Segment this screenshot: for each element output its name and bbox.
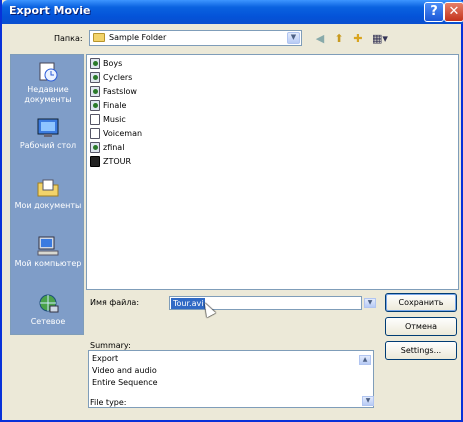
up-folder-icon[interactable]: ⬆ bbox=[332, 32, 346, 46]
back-icon[interactable]: ◀ bbox=[313, 32, 327, 46]
folder-icon bbox=[93, 33, 105, 42]
view-menu-icon[interactable]: ▦▾ bbox=[370, 32, 390, 46]
my-computer-icon bbox=[37, 236, 59, 256]
filename-value: Tour.avi bbox=[171, 298, 206, 309]
list-item[interactable]: Fastslow bbox=[90, 85, 137, 98]
file-list[interactable]: Boys Cyclers Fastslow Finale Music Voice… bbox=[86, 54, 459, 290]
chevron-down-icon[interactable]: ▼ bbox=[362, 396, 374, 406]
places-bar: Недавние документы Рабочий стол Мои доку… bbox=[10, 54, 84, 335]
place-network[interactable]: Сетевое bbox=[11, 293, 85, 327]
new-folder-icon[interactable]: ✚ bbox=[351, 32, 365, 46]
window-title: Export Movie bbox=[9, 4, 91, 17]
document-file-icon bbox=[90, 114, 100, 125]
list-item[interactable]: Cyclers bbox=[90, 71, 132, 84]
film-file-icon bbox=[90, 156, 100, 167]
movie-file-icon bbox=[90, 58, 100, 69]
desktop-icon bbox=[37, 118, 59, 137]
movie-file-icon bbox=[90, 142, 100, 153]
movie-file-icon bbox=[90, 72, 100, 83]
summary-line: Entire Sequence bbox=[92, 378, 158, 387]
place-my-computer[interactable]: Мой компьютер bbox=[11, 235, 85, 269]
help-button[interactable]: ? bbox=[424, 2, 444, 22]
summary-label: Summary: bbox=[90, 341, 131, 350]
filename-input[interactable]: Tour.avi bbox=[169, 296, 362, 310]
movie-file-icon bbox=[90, 100, 100, 111]
folder-select[interactable]: Sample Folder ▼ bbox=[89, 30, 302, 46]
list-item[interactable]: Finale bbox=[90, 99, 126, 112]
document-file-icon bbox=[90, 128, 100, 139]
title-bar[interactable]: Export Movie ? ✕ bbox=[2, 0, 463, 24]
my-documents-icon bbox=[37, 179, 59, 197]
filename-label: Имя файла: bbox=[90, 298, 140, 307]
network-icon bbox=[39, 294, 59, 313]
settings-button[interactable]: Settings... bbox=[385, 341, 457, 360]
list-item[interactable]: ZTOUR bbox=[90, 155, 131, 168]
close-button[interactable]: ✕ bbox=[444, 2, 463, 22]
chevron-down-icon[interactable]: ▼ bbox=[364, 298, 376, 308]
export-movie-dialog: Export Movie ? ✕ Папка: Sample Folder ▼ … bbox=[0, 0, 463, 422]
chevron-down-icon[interactable]: ▼ bbox=[287, 32, 300, 44]
place-recent[interactable]: Недавние документы bbox=[11, 61, 85, 105]
filetype-label: File type: bbox=[90, 398, 127, 407]
list-item[interactable]: Voiceman bbox=[90, 127, 142, 140]
movie-file-icon bbox=[90, 86, 100, 97]
summary-box: Export Video and audio Entire Sequence ▲ bbox=[88, 350, 374, 408]
place-my-documents[interactable]: Мои документы bbox=[11, 177, 85, 211]
folder-value: Sample Folder bbox=[109, 33, 167, 42]
scroll-up-icon[interactable]: ▲ bbox=[359, 355, 371, 365]
summary-line: Video and audio bbox=[92, 366, 157, 375]
save-button[interactable]: Сохранить bbox=[385, 293, 457, 312]
cancel-button[interactable]: Отмена bbox=[385, 317, 457, 336]
place-desktop[interactable]: Рабочий стол bbox=[11, 117, 85, 151]
list-item[interactable]: Boys bbox=[90, 57, 122, 70]
recent-documents-icon bbox=[39, 62, 58, 82]
summary-line: Export bbox=[92, 354, 119, 363]
folder-label: Папка: bbox=[54, 34, 83, 43]
list-item[interactable]: Music bbox=[90, 113, 126, 126]
list-item[interactable]: zfinal bbox=[90, 141, 124, 154]
